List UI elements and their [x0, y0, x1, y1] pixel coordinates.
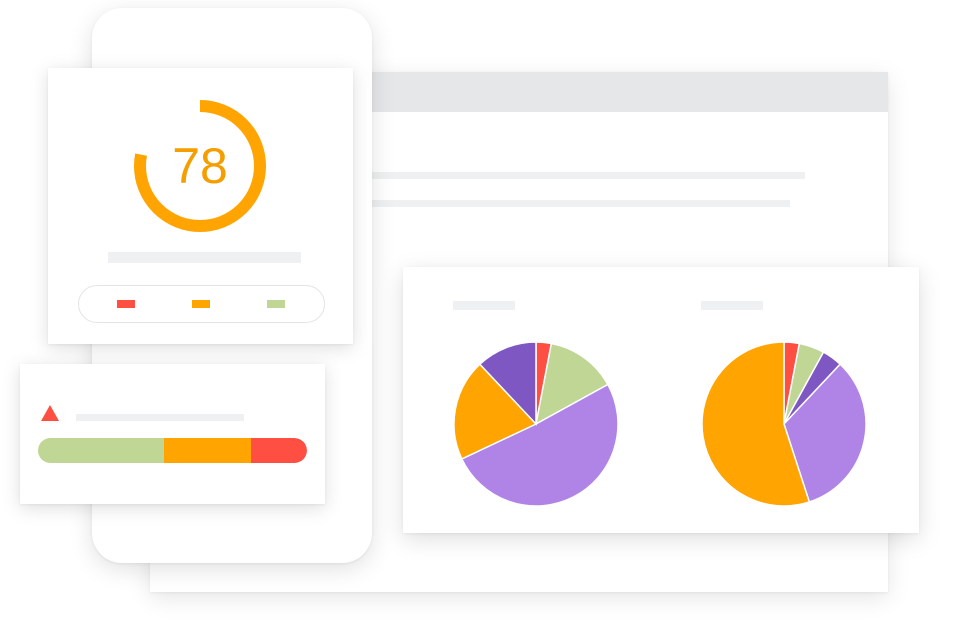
- metric-progress-bar: [38, 438, 307, 463]
- chart-panel: [403, 267, 919, 533]
- text-placeholder-line: [360, 200, 790, 207]
- legend-swatch-pass: [267, 300, 285, 308]
- progress-segment-fail: [250, 438, 307, 463]
- text-placeholder-line: [108, 252, 301, 263]
- chart-title-placeholder: [453, 301, 515, 310]
- score-card: 78: [48, 68, 353, 344]
- score-value: 78: [172, 138, 228, 194]
- warning-triangle-icon: [41, 405, 59, 421]
- text-placeholder-line: [360, 172, 805, 179]
- pie-chart-left: [453, 341, 619, 507]
- chart-title-placeholder: [701, 301, 763, 310]
- legend-swatch-fail: [117, 300, 135, 308]
- pie-chart-right: [701, 341, 867, 507]
- progress-segment-average: [164, 438, 251, 463]
- legend-swatch-average: [192, 300, 210, 308]
- progress-segment-pass: [38, 438, 165, 463]
- text-placeholder-line: [76, 414, 244, 421]
- legend-pill: [78, 285, 325, 323]
- alert-card: [20, 364, 325, 504]
